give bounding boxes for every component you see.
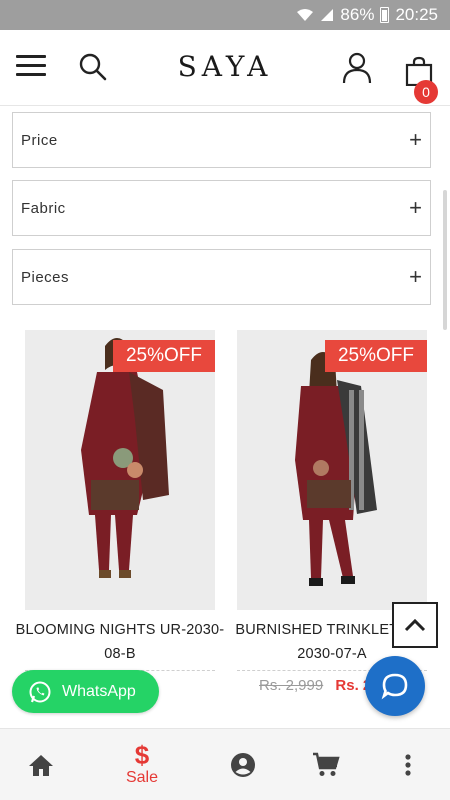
nav-account[interactable] [220, 729, 266, 800]
nav-sale[interactable]: $ Sale [117, 729, 167, 800]
menu-icon[interactable] [16, 55, 46, 79]
product-image[interactable]: 25%OFF [237, 330, 427, 610]
scroll-to-top-button[interactable] [392, 602, 438, 648]
nav-sale-label: Sale [125, 769, 159, 786]
product-card[interactable]: 25%OFF BLOOMING NIGHTS UR-2030-08-B 249 [16, 330, 224, 694]
product-image[interactable]: 25%OFF [25, 330, 215, 610]
battery-icon [380, 7, 390, 23]
whatsapp-icon [29, 681, 51, 702]
filter-pieces[interactable]: Pieces + [12, 249, 431, 305]
wifi-icon [297, 9, 314, 21]
expand-plus-icon[interactable]: + [409, 195, 422, 221]
app-header: SAYA 0 [0, 30, 450, 106]
discount-badge: 25%OFF [325, 340, 427, 372]
cart-icon [313, 752, 340, 776]
signal-icon [321, 9, 334, 21]
whatsapp-button[interactable]: WhatsApp [12, 670, 159, 713]
account-circle-icon [231, 753, 255, 777]
cart-count-badge: 0 [414, 80, 438, 104]
search-icon[interactable] [78, 52, 108, 82]
status-bar: 86% 20:25 [0, 0, 450, 30]
filter-fabric[interactable]: Fabric + [12, 180, 431, 236]
scroll-indicator [443, 190, 447, 330]
whatsapp-label: WhatsApp [62, 682, 136, 700]
more-vert-icon [405, 754, 411, 776]
chat-bubble-icon [381, 673, 408, 700]
user-icon[interactable] [342, 52, 372, 84]
old-price: Rs. 2,999 [259, 677, 324, 694]
battery-percent: 86% [340, 5, 375, 24]
discount-badge: 25%OFF [113, 340, 215, 372]
filter-label: Fabric [21, 199, 66, 217]
filter-label: Pieces [21, 268, 70, 286]
dollar-icon: $ [134, 740, 150, 770]
home-icon [29, 755, 53, 776]
model-figure [25, 330, 215, 610]
expand-plus-icon[interactable]: + [409, 264, 422, 290]
expand-plus-icon[interactable]: + [409, 127, 422, 153]
filter-label: Price [21, 131, 58, 149]
clock: 20:25 [395, 5, 438, 24]
nav-more[interactable] [385, 729, 431, 800]
nav-cart[interactable] [303, 729, 349, 800]
product-name[interactable]: BLOOMING NIGHTS UR-2030-08-B [14, 618, 226, 666]
bottom-navigation: $ Sale [0, 728, 450, 800]
nav-home[interactable] [18, 729, 64, 800]
filter-price[interactable]: Price + [12, 112, 431, 168]
chat-button[interactable] [365, 656, 425, 716]
chevron-up-icon [404, 618, 426, 632]
model-figure [237, 330, 427, 610]
brand-logo[interactable]: SAYA [0, 50, 450, 83]
